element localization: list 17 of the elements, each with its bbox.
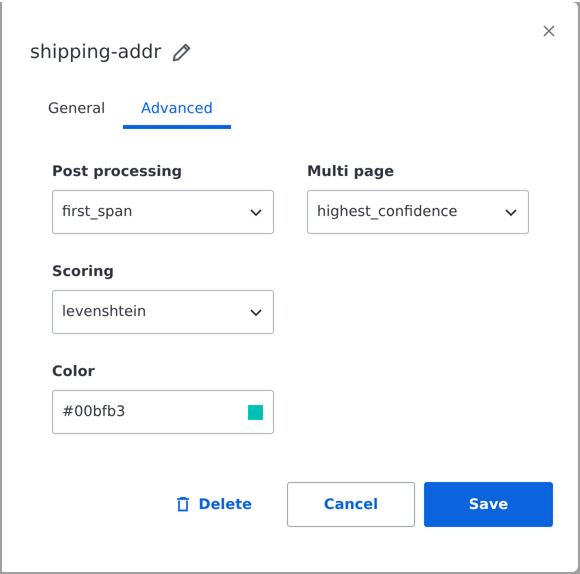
select-field[interactable]: highest_confidence bbox=[307, 190, 529, 234]
cancel-button[interactable]: Cancel bbox=[287, 482, 415, 527]
field-label: Scoring bbox=[52, 264, 115, 282]
save-button[interactable]: Save bbox=[424, 482, 553, 527]
tab[interactable]: General bbox=[30, 101, 124, 129]
delete-button[interactable]: Delete bbox=[176, 496, 252, 512]
pencil-icon[interactable] bbox=[171, 41, 194, 63]
tab[interactable]: Advanced bbox=[123, 101, 231, 129]
dialog-title: shipping-addr bbox=[30, 41, 162, 63]
field-label: Multi page bbox=[307, 164, 396, 182]
close-icon[interactable] bbox=[541, 23, 557, 39]
field-label: Post processing bbox=[52, 164, 184, 182]
color-field[interactable]: #00bfb3 bbox=[52, 390, 274, 434]
select-field[interactable]: first_span bbox=[52, 190, 274, 234]
select-field[interactable]: levenshtein bbox=[52, 290, 274, 334]
field-label: Color bbox=[52, 364, 96, 382]
trash-icon bbox=[176, 497, 189, 512]
